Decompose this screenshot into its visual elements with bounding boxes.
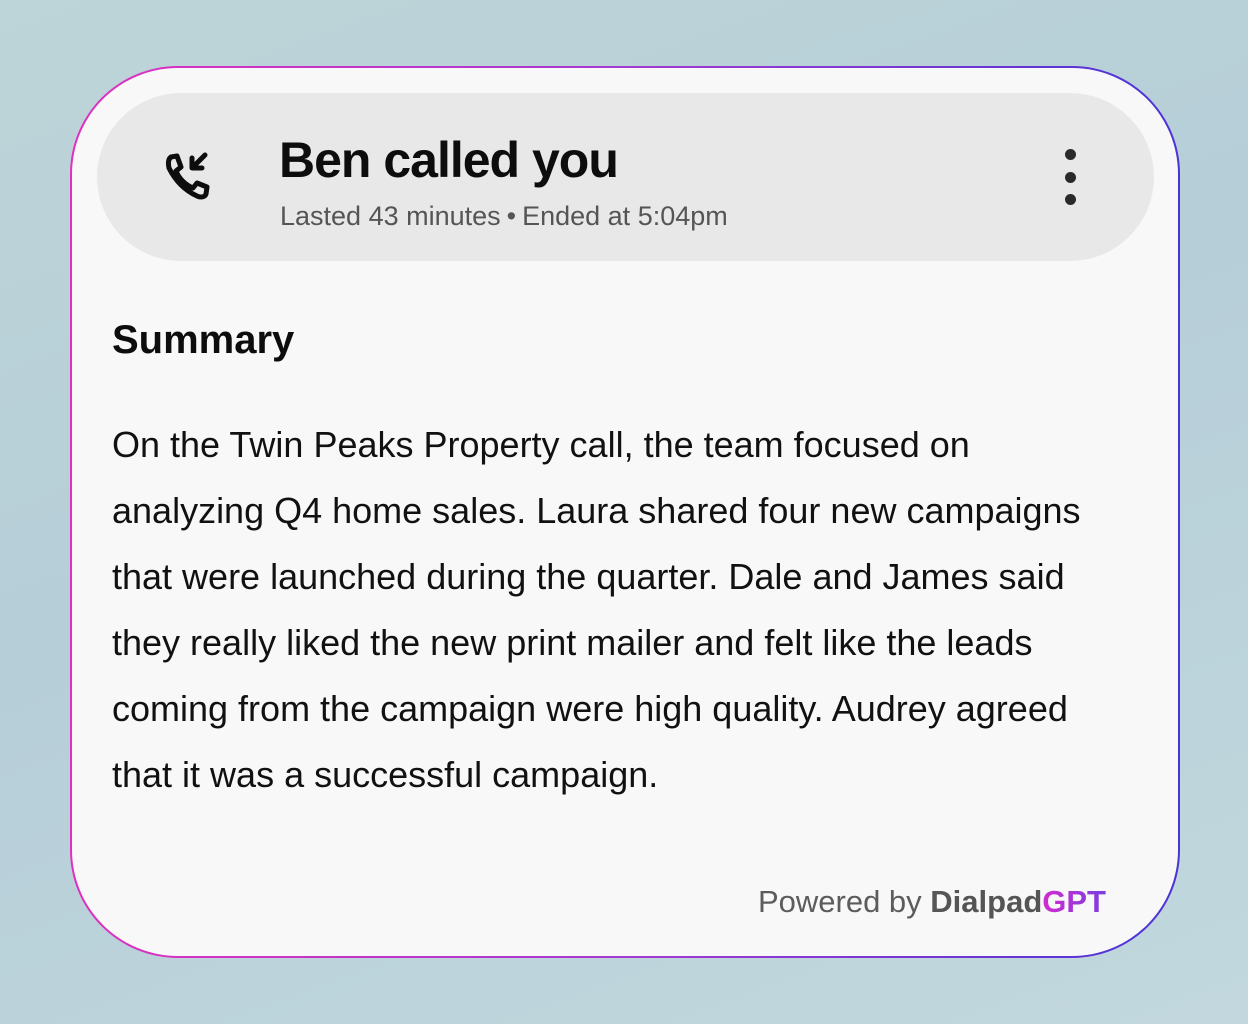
meta-separator: • <box>506 201 517 231</box>
more-options-button[interactable] <box>1055 149 1085 205</box>
call-meta: Lasted 43 minutes • Ended at 5:04pm <box>280 201 728 232</box>
call-summary-card-border: Ben called you Lasted 43 minutes • Ended a… <box>70 66 1180 958</box>
more-vertical-icon-dot <box>1064 171 1076 183</box>
incoming-call-icon <box>165 152 210 200</box>
call-summary-card: Ben called you Lasted 43 minutes • Ended a… <box>72 68 1178 956</box>
more-vertical-icon-dot <box>1064 149 1076 160</box>
call-duration: Lasted 43 minutes <box>280 201 501 231</box>
summary-text: On the Twin Peaks Property call, the tea… <box>112 424 1081 795</box>
more-vertical-icon-dot <box>1064 194 1076 205</box>
call-title: Ben called you <box>279 132 619 188</box>
powered-by-label: Powered by <box>757 884 922 919</box>
powered-by-footer: Powered by DialpadGPT <box>758 884 1106 920</box>
call-ended-time: Ended at 5:04pm <box>522 201 728 231</box>
brand-name: Dialpad <box>930 884 1043 919</box>
call-header: Ben called you Lasted 43 minutes • Ended a… <box>97 93 1154 261</box>
summary-heading: Summary <box>112 318 295 362</box>
brand-suffix: GPT <box>1042 884 1106 919</box>
